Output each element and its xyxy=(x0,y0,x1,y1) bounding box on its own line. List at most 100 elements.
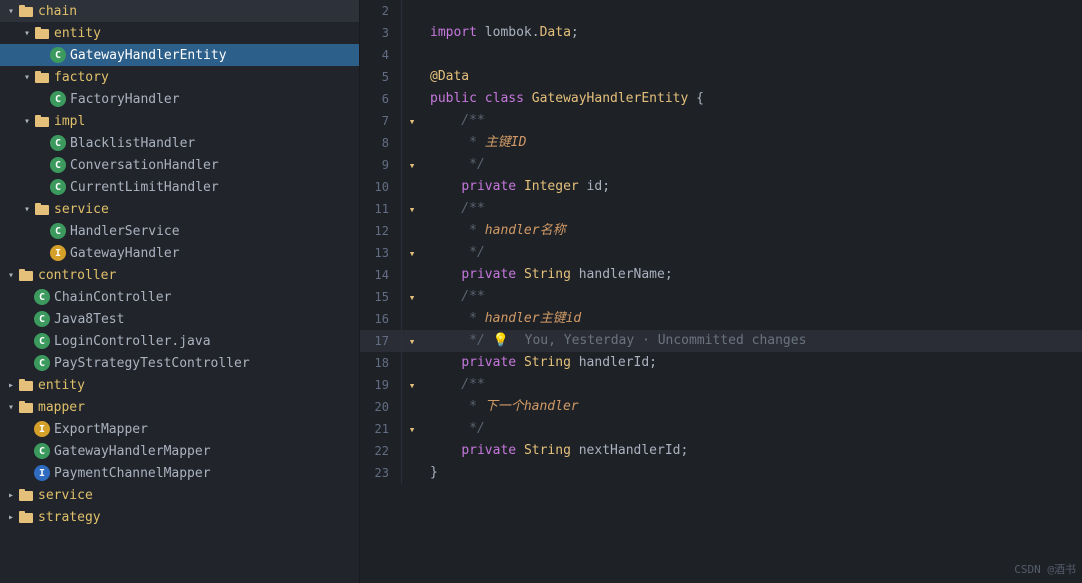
code-line-11: 11 ▾ /** xyxy=(360,198,1082,220)
blacklist-handler-label: BlacklistHandler xyxy=(70,136,195,151)
tree-arrow-entity2 xyxy=(4,378,18,392)
gutter-4 xyxy=(402,44,422,66)
gateway-handler-entity-icon: C xyxy=(50,47,66,63)
sidebar-item-gateway-handler-entity[interactable]: C GatewayHandlerEntity xyxy=(0,44,359,66)
sidebar-item-java8-test[interactable]: C Java8Test xyxy=(0,308,359,330)
service-label: service xyxy=(54,202,109,217)
line-content-12: * handler名称 xyxy=(422,220,1082,242)
current-limit-handler-label: CurrentLimitHandler xyxy=(70,180,219,195)
sidebar-item-mapper[interactable]: mapper xyxy=(0,396,359,418)
sidebar-item-impl[interactable]: impl xyxy=(0,110,359,132)
impl-label: impl xyxy=(54,114,85,129)
sidebar-item-factory-handler[interactable]: C FactoryHandler xyxy=(0,88,359,110)
line-content-7: /** xyxy=(422,110,1082,132)
impl-folder-icon xyxy=(34,113,50,129)
chain-folder-icon xyxy=(18,3,34,19)
chain-label: chain xyxy=(38,4,77,19)
sidebar-item-service2[interactable]: service xyxy=(0,484,359,506)
sidebar-item-gateway-handler-mapper[interactable]: C GatewayHandlerMapper xyxy=(0,440,359,462)
java8-test-icon: C xyxy=(34,311,50,327)
sidebar-item-current-limit-handler[interactable]: C CurrentLimitHandler xyxy=(0,176,359,198)
current-limit-handler-icon: C xyxy=(50,179,66,195)
strategy-label: strategy xyxy=(38,510,101,525)
gutter-15: ▾ xyxy=(402,286,422,308)
java8-test-label: Java8Test xyxy=(54,312,124,327)
gutter-7: ▾ xyxy=(402,110,422,132)
line-num-14: 14 xyxy=(360,264,402,286)
line-num-12: 12 xyxy=(360,220,402,242)
line-content-22: private String nextHandlerId; xyxy=(422,440,1082,462)
line-content-6: public class GatewayHandlerEntity { xyxy=(422,88,1082,110)
sidebar-item-payment-channel-mapper[interactable]: I PaymentChannelMapper xyxy=(0,462,359,484)
code-line-7: 7 ▾ /** xyxy=(360,110,1082,132)
payment-channel-mapper-icon: I xyxy=(34,465,50,481)
gutter-21: ▾ xyxy=(402,418,422,440)
entity-folder-icon xyxy=(34,25,50,41)
gutter-6 xyxy=(402,88,422,110)
sidebar-item-strategy[interactable]: strategy xyxy=(0,506,359,528)
line-content-5: @Data xyxy=(422,66,1082,88)
sidebar-item-export-mapper[interactable]: I ExportMapper xyxy=(0,418,359,440)
gutter-23 xyxy=(402,462,422,484)
line-content-11: /** xyxy=(422,198,1082,220)
line-content-14: private String handlerName; xyxy=(422,264,1082,286)
service-folder-icon xyxy=(34,201,50,217)
sidebar-item-factory[interactable]: factory xyxy=(0,66,359,88)
code-line-8: 8 * 主键ID xyxy=(360,132,1082,154)
sidebar-item-blacklist-handler[interactable]: C BlacklistHandler xyxy=(0,132,359,154)
line-content-16: * handler主键id xyxy=(422,308,1082,330)
gutter-10 xyxy=(402,176,422,198)
sidebar-item-controller[interactable]: controller xyxy=(0,264,359,286)
entity2-folder-icon xyxy=(18,377,34,393)
file-tree[interactable]: chain entity C GatewayHandlerEntity fact… xyxy=(0,0,360,583)
code-line-4: 4 xyxy=(360,44,1082,66)
line-num-22: 22 xyxy=(360,440,402,462)
sidebar-item-login-controller[interactable]: C LoginController.java xyxy=(0,330,359,352)
line-content-17: */💡 You, Yesterday · Uncommitted changes xyxy=(422,330,1082,352)
line-content-19: /** xyxy=(422,374,1082,396)
code-line-13: 13 ▾ */ xyxy=(360,242,1082,264)
sidebar-item-chain[interactable]: chain xyxy=(0,0,359,22)
chain-controller-icon: C xyxy=(34,289,50,305)
code-area: 2 3 import lombok.Data; 4 5 @Data 6 publ… xyxy=(360,0,1082,484)
handler-service-label: HandlerService xyxy=(70,224,180,239)
sidebar-item-entity2[interactable]: entity xyxy=(0,374,359,396)
gutter-20 xyxy=(402,396,422,418)
code-line-19: 19 ▾ /** xyxy=(360,374,1082,396)
code-line-18: 18 private String handlerId; xyxy=(360,352,1082,374)
line-num-23: 23 xyxy=(360,462,402,484)
export-mapper-label: ExportMapper xyxy=(54,422,148,437)
line-num-10: 10 xyxy=(360,176,402,198)
gateway-handler-label: GatewayHandler xyxy=(70,246,180,261)
sidebar-item-pay-strategy-controller[interactable]: C PayStrategyTestController xyxy=(0,352,359,374)
code-line-23: 23 } xyxy=(360,462,1082,484)
code-line-9: 9 ▾ */ xyxy=(360,154,1082,176)
controller-folder-icon xyxy=(18,267,34,283)
sidebar-item-service[interactable]: service xyxy=(0,198,359,220)
service2-folder-icon xyxy=(18,487,34,503)
line-content-2 xyxy=(422,0,1082,22)
factory-folder-icon xyxy=(34,69,50,85)
code-line-3: 3 import lombok.Data; xyxy=(360,22,1082,44)
line-num-3: 3 xyxy=(360,22,402,44)
gutter-9: ▾ xyxy=(402,154,422,176)
line-num-11: 11 xyxy=(360,198,402,220)
sidebar-item-entity[interactable]: entity xyxy=(0,22,359,44)
sidebar-item-chain-controller[interactable]: C ChainController xyxy=(0,286,359,308)
line-num-17: 17 xyxy=(360,330,402,352)
export-mapper-icon: I xyxy=(34,421,50,437)
sidebar-item-handler-service[interactable]: C HandlerService xyxy=(0,220,359,242)
line-num-6: 6 xyxy=(360,88,402,110)
sidebar-item-gateway-handler[interactable]: I GatewayHandler xyxy=(0,242,359,264)
pay-strategy-controller-label: PayStrategyTestController xyxy=(54,356,250,371)
gutter-16 xyxy=(402,308,422,330)
gateway-handler-icon: I xyxy=(50,245,66,261)
line-num-9: 9 xyxy=(360,154,402,176)
gateway-handler-mapper-label: GatewayHandlerMapper xyxy=(54,444,211,459)
line-content-10: private Integer id; xyxy=(422,176,1082,198)
line-num-7: 7 xyxy=(360,110,402,132)
line-content-21: */ xyxy=(422,418,1082,440)
code-line-22: 22 private String nextHandlerId; xyxy=(360,440,1082,462)
factory-handler-label: FactoryHandler xyxy=(70,92,180,107)
sidebar-item-conversation-handler[interactable]: C ConversationHandler xyxy=(0,154,359,176)
